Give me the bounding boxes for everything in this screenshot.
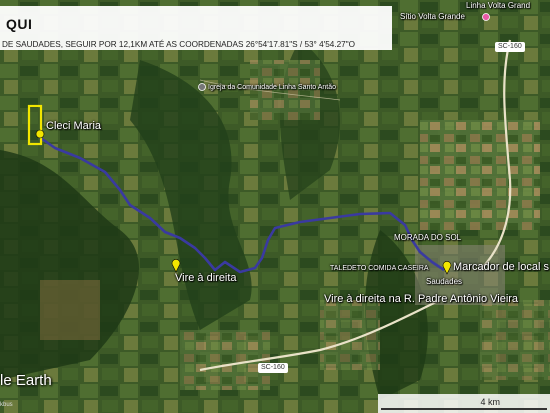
label-cleci-maria[interactable]: Cleci Maria — [46, 120, 101, 132]
label-marcador[interactable]: Marcador de local s — [453, 261, 549, 273]
attribution-text: kbus — [0, 402, 13, 408]
place-taledeto[interactable]: TALEDETO COMIDA CASEIRA — [330, 265, 429, 272]
place-morada-do-sol[interactable]: MORADA DO SOL — [394, 233, 461, 242]
place-church[interactable]: Igreja da Comunidade Linha Santo Antão — [208, 84, 336, 91]
road-shield-sc160-top: SC-160 — [495, 42, 525, 52]
church-pin-icon[interactable] — [198, 83, 206, 91]
scale-label: 4 km — [480, 397, 500, 407]
place-linha-volta-grande[interactable]: Linha Volta Grand — [466, 1, 530, 10]
scale-line — [381, 408, 547, 410]
scale-bar: 4 km — [378, 394, 550, 413]
banner-instruction: DE SAUDADES, SEGUIR POR 12,1KM ATÉ AS CO… — [2, 40, 355, 49]
place-sitio-volta-grande[interactable]: Sítio Volta Grande — [400, 12, 465, 21]
banner-title: QUI — [6, 16, 33, 32]
heart-pin-icon[interactable] — [482, 13, 490, 21]
map-pin-icon[interactable] — [35, 129, 45, 139]
google-earth-logo: le Earth — [0, 372, 52, 389]
instruction-banner: QUI DE SAUDADES, SEGUIR POR 12,1KM ATÉ A… — [0, 6, 392, 50]
satellite-map[interactable] — [0, 0, 550, 413]
road-shield-sc160-bottom: SC-160 — [258, 363, 288, 373]
place-saudades[interactable]: Saudades — [426, 277, 462, 286]
label-vire-direita[interactable]: Vire à direita — [175, 272, 237, 284]
label-vire-rua[interactable]: Vire à direita na R. Padre Antônio Vieir… — [324, 293, 518, 305]
